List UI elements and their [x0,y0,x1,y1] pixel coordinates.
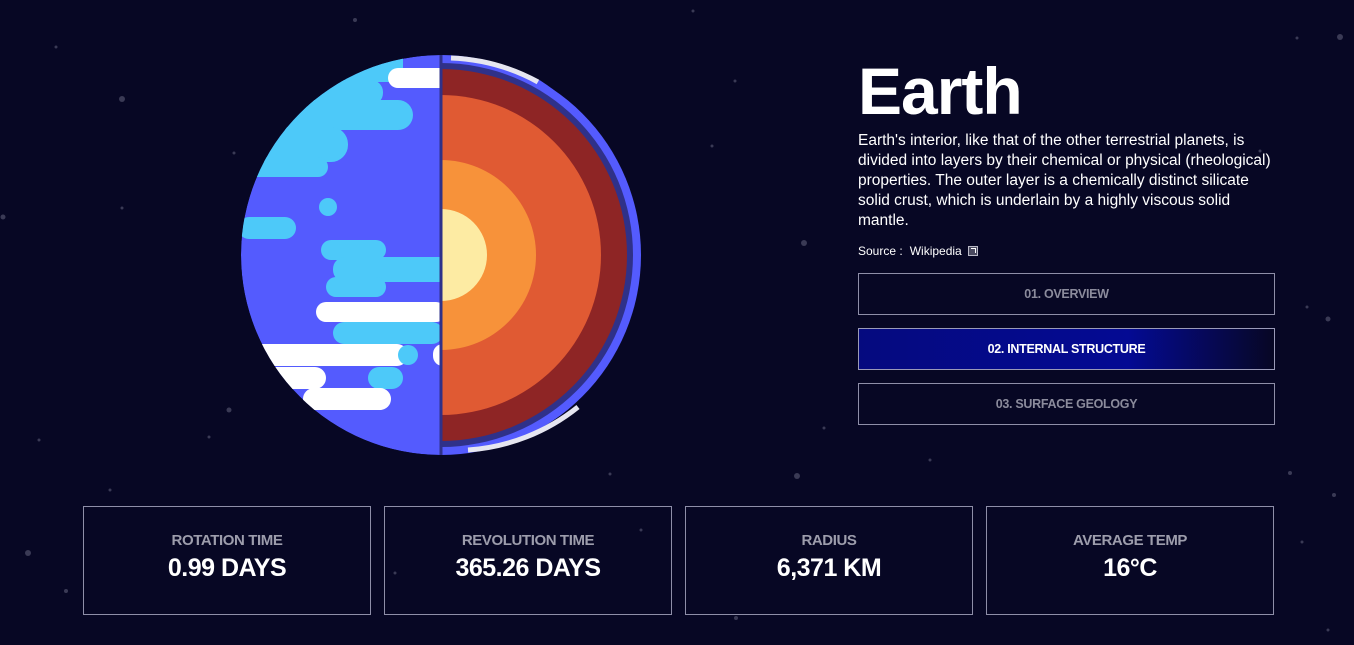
planet-info-panel: Earth Earth's interior, like that of the… [858,58,1276,258]
stat-rotation-time: ROTATION TIME 0.99 DAYS [83,506,371,615]
stat-label: RADIUS [801,532,857,549]
tab-overview[interactable]: 01. OVERVIEW [858,273,1275,315]
source-line: Source : Wikipedia [858,244,1276,258]
stat-radius: RADIUS 6,371 KM [685,506,973,615]
stat-value: 6,371 KM [776,554,882,582]
tab-internal-structure[interactable]: 02. INTERNAL STRUCTURE [858,328,1275,370]
tab-surface-geology[interactable]: 03. SURFACE GEOLOGY [858,383,1275,425]
view-tabs: 01. OVERVIEW 02. INTERNAL STRUCTURE 03. … [858,273,1275,438]
source-link-text: Wikipedia [909,244,962,258]
external-link-icon [967,246,978,256]
stat-revolution-time: REVOLUTION TIME 365.26 DAYS [384,506,672,615]
stat-label: AVERAGE TEMP [1072,532,1188,549]
stat-average-temp: AVERAGE TEMP 16°C [986,506,1274,615]
source-link-wikipedia[interactable]: Wikipedia [910,244,978,258]
stat-label: REVOLUTION TIME [461,532,595,549]
stat-value: 16°C [1103,554,1157,582]
source-label: Source : [858,244,903,258]
page: Earth Earth's interior, like that of the… [0,0,1354,645]
planet-stats: ROTATION TIME 0.99 DAYS REVOLUTION TIME … [83,506,1274,615]
earth-internal-structure-illustration [238,52,644,458]
stat-value: 0.99 DAYS [167,554,287,582]
stat-value: 365.26 DAYS [455,554,601,582]
planet-description: Earth's interior, like that of the other… [858,132,1271,229]
planet-title: Earth [858,54,1023,128]
stat-label: ROTATION TIME [171,532,283,549]
